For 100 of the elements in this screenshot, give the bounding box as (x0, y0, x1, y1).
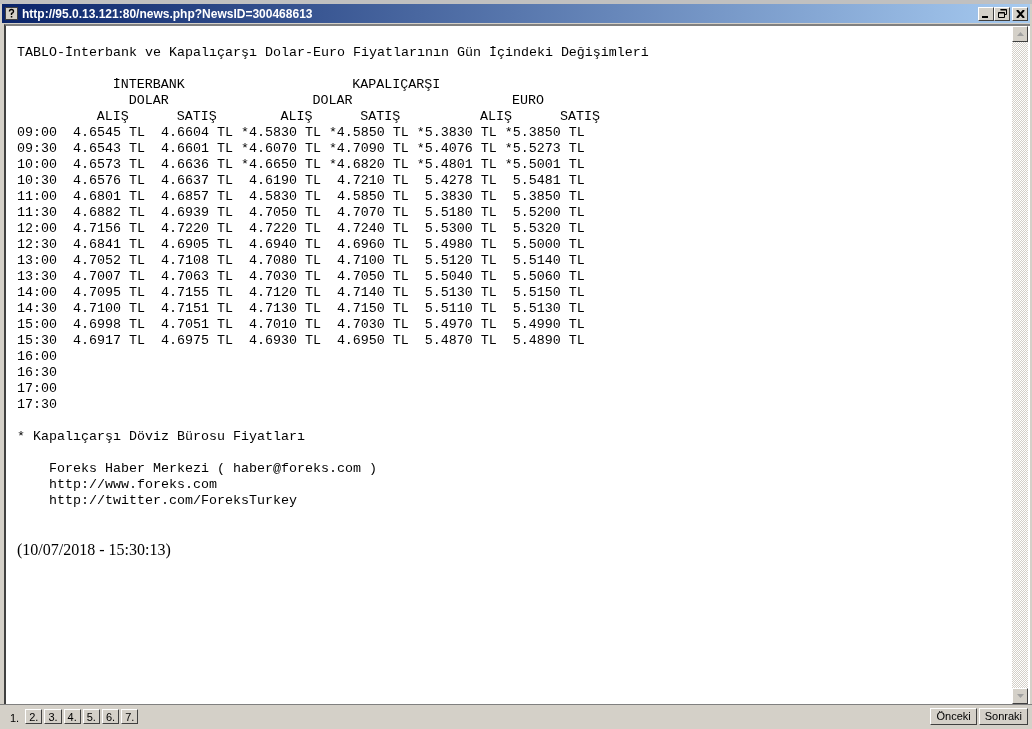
price-cell: 4.6637 TL (160, 173, 233, 188)
column-header: ALIŞ (96, 109, 129, 125)
help-icon (5, 7, 18, 20)
restore-button[interactable] (994, 6, 1010, 21)
price-cell: 4.6975 TL (160, 333, 233, 348)
column-header: SATIŞ (360, 109, 401, 125)
column-header: ALIŞ (480, 109, 513, 125)
restore-icon (997, 8, 1007, 18)
scroll-up-button[interactable] (1012, 26, 1028, 42)
price-cell: 4.7080 TL (248, 253, 321, 268)
source-line: http://twitter.com/ForeksTurkey (49, 493, 297, 508)
price-cell: 5.5180 TL (424, 205, 497, 220)
price-cell: 4.5850 TL (336, 189, 409, 204)
price-cell: 5.5200 TL (512, 205, 585, 220)
price-cell: 5.5300 TL (424, 221, 497, 236)
price-cell: 5.5120 TL (424, 253, 497, 268)
price-cell: 5.5110 TL (424, 301, 497, 316)
price-cell: 4.6576 TL (72, 173, 145, 188)
minimize-button[interactable] (978, 6, 994, 21)
time-cell: 14:00 (17, 285, 57, 301)
page-tab[interactable]: 5. (82, 709, 100, 724)
price-cell: 5.5040 TL (424, 269, 497, 284)
time-cell: 12:00 (17, 221, 57, 237)
time-cell: 15:30 (17, 333, 57, 349)
price-cell: 5.4990 TL (512, 317, 585, 332)
price-cell: *4.6070 TL (240, 141, 321, 156)
price-cell: 4.6573 TL (72, 157, 145, 172)
price-cell: 5.4970 TL (424, 317, 497, 332)
group-header: İNTERBANK (112, 77, 185, 93)
price-cell: 4.6604 TL (160, 125, 233, 140)
column-header: ALIŞ (280, 109, 313, 125)
price-cell: 4.7150 TL (336, 301, 409, 316)
close-icon (1015, 9, 1025, 18)
time-cell: 10:30 (17, 173, 57, 189)
price-cell: 4.6939 TL (160, 205, 233, 220)
price-cell: 4.6882 TL (72, 205, 145, 220)
nav-button[interactable]: Sonraki (978, 707, 1028, 725)
price-cell: 4.7220 TL (160, 221, 233, 236)
group-header: KAPALIÇARŞI (352, 77, 441, 93)
price-cell: 4.6960 TL (336, 237, 409, 252)
price-cell: *4.5830 TL (240, 125, 321, 140)
up-arrow-icon (1016, 32, 1024, 36)
price-cell: 4.6636 TL (160, 157, 233, 172)
time-cell: 16:00 (17, 349, 57, 365)
price-cell: 5.5130 TL (424, 285, 497, 300)
currency-header: DOLAR (128, 93, 169, 109)
price-cell: *5.5273 TL (504, 141, 585, 156)
time-cell: 11:30 (17, 205, 57, 221)
page-tab[interactable]: 7. (121, 709, 139, 724)
price-cell: 4.7050 TL (336, 269, 409, 284)
price-cell: 5.5481 TL (512, 173, 585, 188)
price-cell: 4.6545 TL (72, 125, 145, 140)
price-cell: *5.3850 TL (504, 125, 585, 140)
down-arrow-icon (1016, 694, 1024, 698)
page-tab[interactable]: 2. (25, 709, 43, 724)
price-cell: *5.3830 TL (416, 125, 497, 140)
nav-button[interactable]: Önceki (930, 707, 977, 725)
price-cell: 4.7030 TL (336, 317, 409, 332)
price-cell: 4.7100 TL (336, 253, 409, 268)
price-cell: 4.7030 TL (248, 269, 321, 284)
price-cell: 4.7070 TL (336, 205, 409, 220)
time-cell: 17:30 (17, 397, 57, 413)
price-cell: 4.6857 TL (160, 189, 233, 204)
price-cell: 4.7063 TL (160, 269, 233, 284)
price-cell: 4.7108 TL (160, 253, 233, 268)
headline: TABLO-İnterbank ve Kapalıçarşı Dolar-Euro Fiyatlarının Gün İçindeki Değişimleri (17, 45, 650, 61)
price-cell: *5.4801 TL (416, 157, 497, 172)
scroll-down-button[interactable] (1012, 688, 1028, 704)
price-cell: *4.5850 TL (328, 125, 409, 140)
timestamp: (10/07/2018 - 15:30:13) (17, 541, 172, 559)
price-cell: 4.7210 TL (336, 173, 409, 188)
price-cell: 4.6905 TL (160, 237, 233, 252)
price-cell: 4.6543 TL (72, 141, 145, 156)
page-tab[interactable]: 6. (101, 709, 120, 724)
price-cell: 5.3850 TL (512, 189, 585, 204)
price-cell: 4.7155 TL (160, 285, 233, 300)
price-cell: 5.5000 TL (512, 237, 585, 252)
price-cell: 4.6190 TL (248, 173, 321, 188)
close-button[interactable] (1012, 6, 1028, 21)
scrollbar-track[interactable] (1012, 26, 1028, 704)
time-cell: 10:00 (17, 157, 57, 173)
price-cell: 4.7095 TL (72, 285, 145, 300)
price-cell: 4.7010 TL (248, 317, 321, 332)
time-cell: 16:30 (17, 365, 57, 381)
time-cell: 09:30 (17, 141, 57, 157)
price-cell: 4.6950 TL (336, 333, 409, 348)
price-cell: 4.7051 TL (160, 317, 233, 332)
price-cell: 4.7151 TL (160, 301, 233, 316)
page-tab[interactable]: 3. (44, 709, 62, 724)
price-cell: 4.6601 TL (160, 141, 233, 156)
price-cell: 4.7156 TL (72, 221, 145, 236)
price-cell: *4.6820 TL (328, 157, 409, 172)
price-cell: 4.6998 TL (72, 317, 145, 332)
price-cell: 4.6930 TL (248, 333, 321, 348)
price-cell: *5.5001 TL (504, 157, 585, 172)
price-cell: 4.7130 TL (248, 301, 321, 316)
window-title: http://95.0.13.121:80/news.php?NewsID=300468613 (22, 6, 313, 21)
page-tab[interactable]: 4. (63, 709, 81, 724)
time-cell: 11:00 (17, 189, 57, 205)
time-cell: 13:30 (17, 269, 57, 285)
